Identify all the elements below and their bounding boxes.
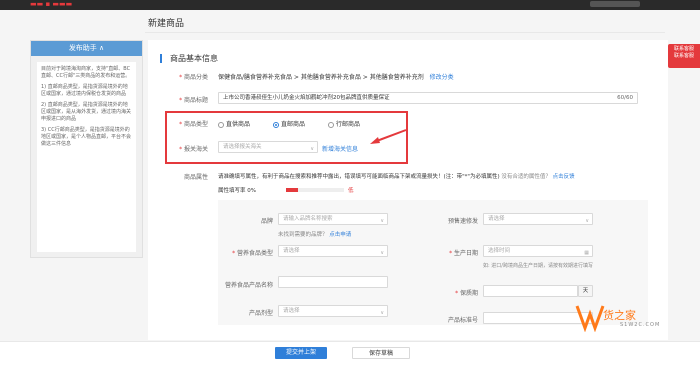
publish-assistant-body: 目前对于跨境海淘商家，支持"直邮、BC直邮、CC行邮"三类商品的发布和运营。 1… [37, 62, 136, 252]
customs-select[interactable]: 请选择报关海关 ∨ [218, 141, 318, 153]
brand-label: 品牌 [260, 218, 273, 225]
radio-personal-mail[interactable]: 行邮商品 [328, 119, 360, 128]
nutrition-name-input[interactable] [278, 276, 388, 288]
presale-label: 预售速修发 [447, 218, 478, 225]
red-arrow-icon [370, 129, 407, 144]
shelf-life-unit: 天 [578, 285, 593, 297]
edit-category-link[interactable]: 修改分类 [430, 74, 454, 81]
apply-brand-link[interactable]: 点击申请 [329, 232, 351, 238]
product-type-label: * 商品类型 [179, 121, 208, 128]
radio-icon [218, 121, 224, 128]
attributes-notice: 请准确填写属性，有利于商品在搜索和推荐中露出，错误填写可能面临商品下架或流量损失… [218, 174, 575, 180]
brand-logo[interactable]: ▬▬ ▪ ▬▬▬ [30, 0, 72, 8]
category-label: * 商品分类 [179, 74, 208, 81]
shelf-life-input[interactable] [483, 285, 578, 297]
prod-date-picker[interactable]: 选择时间 ▦ [483, 245, 593, 257]
category-value: 保健食品/膳食营养补充食品 > 其他膳食营养补充食品 > 其他膳食营养补充剂 修… [218, 74, 454, 81]
publish-assistant-toggle[interactable]: 发布助手 ∧ [31, 41, 142, 56]
feedback-link[interactable]: 点击反馈 [553, 174, 575, 180]
watermark-logo-icon [575, 305, 605, 332]
form-label: 产品剂型 [248, 310, 273, 317]
prod-date-note: 如: 进口/跨境商品生产日期，请按有效期进行填写 [483, 263, 593, 269]
assistant-paragraph: 1) 直邮商品类型，是指货源是境外的地区或国家，通过境内保税仓发货的商品 [41, 84, 128, 97]
submit-publish-button[interactable]: 提交并上架 [275, 347, 327, 359]
site-watermark: 货之家 S1W2C.COM [575, 300, 685, 340]
product-title-input[interactable]: 上市公司香港叔侄生小儿奶金火焰加鹳蛇冲剂20包品牌直供质量保证 60/60 [218, 92, 638, 104]
chevron-down-icon: ∨ [585, 218, 589, 224]
watermark-sub: S1W2C.COM [620, 322, 661, 328]
top-navbar: ▬▬ ▪ ▬▬▬ [0, 0, 700, 10]
user-menu[interactable] [590, 1, 640, 7]
fill-rate-fill [286, 188, 298, 192]
fill-rate-level: 低 [348, 188, 354, 194]
publish-assistant-panel: 发布助手 ∧ 目前对于跨境海淘商家，支持"直邮、BC直邮、CC行邮"三类商品的发… [30, 40, 143, 258]
shelf-life-label: * 保质期 [455, 290, 478, 297]
radio-icon [328, 121, 334, 128]
footer-bar: 提交并上架 保存草稿 [0, 341, 700, 369]
standard-label: 产品标准号 [447, 317, 478, 324]
fill-rate-bar [286, 188, 344, 192]
assistant-paragraph: 目前对于跨境海淘商家，支持"直邮、BC直邮、CC行邮"三类商品的发布和运营。 [41, 66, 131, 79]
add-customs-link[interactable]: 新增海关信息 [322, 144, 358, 153]
title-char-counter: 60/60 [617, 95, 633, 101]
assistant-paragraph: 3) CC行邮商品类型，是指货源是境外的地区或国家，是个人物品直邮，平台不会做这… [41, 127, 132, 147]
brand-select[interactable]: 请输入品牌名称搜索 ∨ [278, 213, 388, 225]
divider [145, 32, 665, 33]
radio-selected-icon [273, 121, 279, 128]
nutrition-type-label: * 营养食品类型 [232, 250, 273, 257]
save-draft-button[interactable]: 保存草稿 [352, 347, 410, 359]
section-title: 商品基本信息 [170, 54, 218, 63]
attributes-label: 商品属性 [183, 174, 208, 181]
chevron-down-icon: ∨ [310, 146, 314, 152]
brand-hint: 未找到需要的品牌？ 点击申请 [278, 232, 352, 238]
chevron-down-icon: ∨ [380, 310, 384, 316]
product-form: 商品基本信息 * 商品分类 保健食品/膳食营养补充食品 > 其他膳食营养补充食品… [148, 40, 668, 340]
page-title: 新建商品 [148, 19, 185, 29]
presale-select[interactable]: 请选择 ∨ [483, 213, 593, 225]
chevron-down-icon: ∨ [380, 250, 384, 256]
prod-date-label: * 生产日期 [449, 250, 478, 257]
nutrition-type-select[interactable]: 请选择 ∨ [278, 245, 388, 257]
customs-label: * 报关海关 [179, 146, 208, 153]
nutrition-name-label: 营养食品产品名称 [224, 282, 273, 289]
calendar-icon: ▦ [584, 250, 589, 256]
product-title-label: * 商品标题 [179, 97, 208, 104]
contact-service-badge[interactable]: 联系客服 联系客服 [668, 44, 700, 68]
radio-direct-mail[interactable]: 直邮商品 [273, 119, 305, 128]
watermark-text: 货之家 [603, 309, 636, 322]
section-marker [160, 54, 162, 63]
assistant-paragraph: 2) 直邮商品类型，是指货源是境外的地区或国家，是从海外发货，通过境内海关申报进… [41, 102, 132, 122]
fill-rate-label: 属性填写率 0% [218, 188, 256, 194]
radio-direct-supply[interactable]: 直供商品 [218, 119, 250, 128]
chevron-down-icon: ∨ [380, 218, 384, 224]
form-select[interactable]: 请选择 ∨ [278, 305, 388, 317]
